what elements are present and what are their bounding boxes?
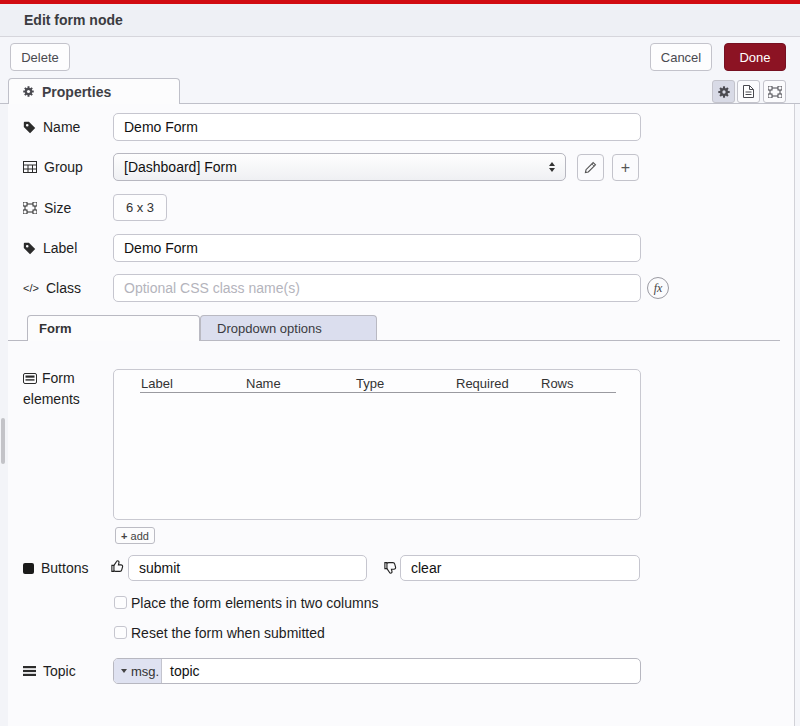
square-icon (23, 563, 34, 574)
done-button[interactable]: Done (724, 43, 786, 71)
add-element-button[interactable]: + add (115, 527, 155, 544)
table-icon (23, 161, 37, 173)
expression-button[interactable]: fx (647, 277, 669, 299)
form-elements-header: Label Name Type Required Rows (140, 376, 616, 393)
column-name: Name (246, 376, 281, 391)
column-type: Type (356, 376, 384, 391)
topic-value: topic (170, 659, 200, 683)
submit-button-input[interactable] (128, 555, 367, 581)
tasks-icon (23, 666, 36, 676)
reset-form-checkbox[interactable] (114, 626, 127, 639)
thumbs-up-icon (110, 559, 125, 574)
tab-dropdown-options[interactable]: Dropdown options (200, 315, 377, 340)
add-group-button[interactable]: + (612, 154, 639, 181)
group-field-label: Group (23, 153, 83, 181)
column-rows: Rows (541, 376, 574, 391)
column-required: Required (456, 376, 509, 391)
pencil-icon (584, 161, 597, 174)
gear-icon (717, 85, 731, 99)
topic-type-button[interactable]: msg. (114, 659, 162, 683)
size-button[interactable]: 6 x 3 (113, 194, 167, 221)
tab-properties-label: Properties (42, 84, 111, 100)
scrollbar-thumb[interactable] (1, 418, 5, 464)
section-tabbar: Form Dropdown options (8, 315, 780, 341)
class-input[interactable] (113, 274, 641, 302)
appearance-view-button[interactable] (763, 80, 786, 103)
two-columns-checkbox[interactable] (114, 596, 127, 609)
list-icon (23, 373, 37, 384)
left-gutter (0, 104, 8, 726)
tag-icon (23, 242, 36, 255)
tab-properties[interactable]: Properties (8, 78, 180, 104)
class-field-label: </> Class (23, 274, 81, 302)
topic-type-label: msg. (131, 664, 159, 679)
tab-form[interactable]: Form (27, 315, 200, 341)
edit-group-button[interactable] (577, 154, 604, 181)
buttons-field-label: Buttons (23, 555, 88, 581)
topic-field-label: Topic (23, 658, 76, 684)
name-input[interactable] (113, 113, 641, 141)
select-arrows-icon (549, 162, 555, 172)
clear-button-input[interactable] (400, 555, 640, 581)
chevron-down-icon (121, 669, 127, 673)
form-content: Name Group [Dashboard] Form + Size 6 x 3… (0, 104, 800, 726)
description-view-button[interactable] (737, 80, 760, 103)
group-select-value: [Dashboard] Form (124, 159, 237, 175)
form-elements-list[interactable]: Label Name Type Required Rows (113, 369, 641, 520)
form-elements-label: Form elements (23, 368, 103, 410)
code-icon: </> (23, 282, 39, 294)
topic-typed-input[interactable]: msg. topic (113, 658, 641, 684)
reset-form-label: Reset the form when submitted (131, 625, 325, 641)
gear-icon (22, 85, 35, 98)
delete-button[interactable]: Delete (10, 43, 70, 71)
dialog-title: Edit form node (24, 4, 123, 37)
name-field-label: Name (23, 113, 80, 141)
properties-view-button[interactable] (712, 80, 735, 103)
document-icon (743, 85, 754, 98)
label-input[interactable] (113, 234, 641, 262)
two-columns-label: Place the form elements in two columns (131, 595, 378, 611)
plus-icon: + (121, 530, 127, 542)
object-group-icon (768, 86, 782, 98)
label-field-label: Label (23, 234, 77, 262)
dialog-header: Edit form node (0, 4, 800, 37)
cancel-button[interactable]: Cancel (650, 43, 712, 71)
group-select[interactable]: [Dashboard] Form (113, 153, 566, 181)
size-field-label: Size (23, 194, 71, 221)
column-label: Label (141, 376, 173, 391)
editor-tabbar: Properties (0, 78, 800, 104)
plus-icon: + (621, 159, 630, 177)
right-gutter (795, 104, 800, 726)
thumbs-down-icon (383, 560, 398, 575)
object-group-icon (23, 202, 37, 214)
toolbar: Delete Cancel Done (0, 37, 800, 78)
tag-icon (23, 121, 36, 134)
